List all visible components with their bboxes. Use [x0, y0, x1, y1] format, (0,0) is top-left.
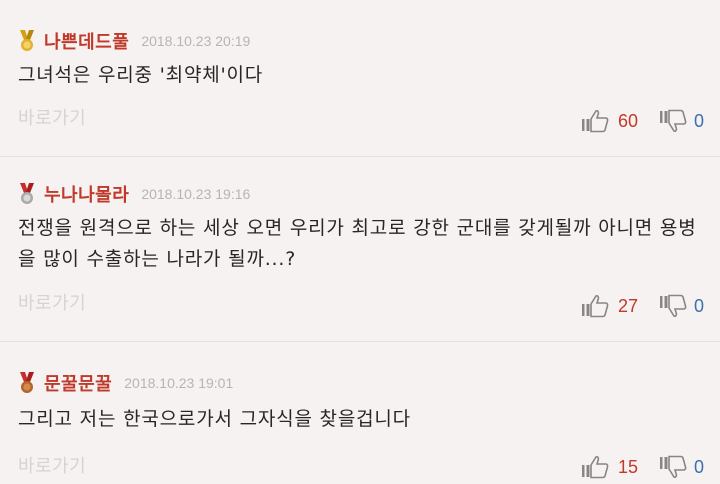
comment-header: 나쁜데드풀 2018.10.23 20:19	[18, 28, 250, 54]
thumbs-down-icon[interactable]	[658, 455, 688, 479]
comment-text: 그리고 저는 한국으로가서 그자식을 찾을겁니다	[18, 408, 411, 430]
comment-header: 누나나몰라 2018.10.23 19:16	[18, 181, 250, 207]
thumbs-down-icon[interactable]	[658, 294, 688, 318]
timestamp: 2018.10.23 20:19	[141, 33, 251, 49]
vote-bar: 15 0	[580, 454, 704, 480]
silver-medal-icon	[20, 183, 34, 204]
thumbs-down-icon[interactable]	[658, 109, 688, 133]
bronze-medal-icon	[20, 372, 34, 393]
thumbs-up-icon[interactable]	[580, 294, 610, 318]
like-count: 60	[617, 110, 638, 131]
like-count: 15	[617, 456, 638, 477]
timestamp: 2018.10.23 19:01	[124, 375, 234, 391]
reply-link[interactable]: 바로가기	[18, 452, 86, 478]
comment-header: 문꿀문꿀 2018.10.23 19:01	[18, 370, 233, 396]
comment-item: 나쁜데드풀 2018.10.23 20:19 그녀석은 우리중 '최약체'이다 …	[0, 0, 720, 156]
comment-item: 문꿀문꿀 2018.10.23 19:01 그리고 저는 한국으로가서 그자식을…	[0, 342, 720, 484]
comment-text: 그녀석은 우리중 '최약체'이다	[18, 64, 264, 86]
dislike-count: 0	[693, 110, 704, 131]
gold-medal-icon	[20, 30, 34, 51]
reply-link[interactable]: 바로가기	[18, 289, 86, 315]
username[interactable]: 문꿀문꿀	[44, 370, 112, 396]
username[interactable]: 나쁜데드풀	[44, 28, 129, 54]
comment-item: 누나나몰라 2018.10.23 19:16 전쟁을 원격으로 하는 세상 오면…	[0, 157, 720, 341]
dislike-count: 0	[693, 295, 704, 316]
thumbs-up-icon[interactable]	[580, 455, 610, 479]
comment-text: 전쟁을 원격으로 하는 세상 오면 우리가 최고로 강한 군대를 갖게될까 아니…	[18, 217, 697, 270]
reply-link[interactable]: 바로가기	[18, 104, 86, 130]
like-count: 27	[617, 295, 638, 316]
thumbs-up-icon[interactable]	[580, 109, 610, 133]
timestamp: 2018.10.23 19:16	[141, 186, 251, 202]
username[interactable]: 누나나몰라	[44, 181, 129, 207]
dislike-count: 0	[693, 456, 704, 477]
vote-bar: 27 0	[580, 293, 704, 319]
vote-bar: 60 0	[580, 108, 704, 134]
